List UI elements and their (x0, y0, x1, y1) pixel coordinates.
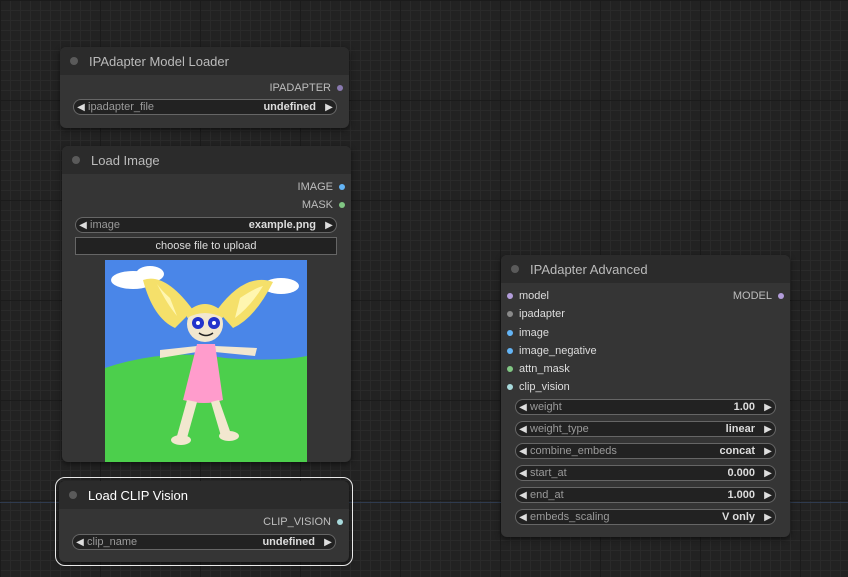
widget-value: linear (725, 423, 755, 435)
output-socket-icon[interactable] (339, 184, 345, 190)
widget-value: undefined (262, 536, 315, 548)
choose-file-upload-button[interactable]: choose file to upload (75, 237, 337, 255)
input-label: ipadapter (519, 308, 565, 320)
input-image-negative[interactable]: image_negative (507, 344, 597, 358)
node-title-bar[interactable]: IPAdapter Advanced (501, 255, 790, 283)
node-ipadapter-advanced[interactable]: IPAdapter Advanced model MODEL ipadapter… (501, 255, 790, 537)
widget-value: undefined (263, 101, 316, 113)
arrow-left-icon[interactable]: ◀ (516, 402, 530, 413)
arrow-left-icon[interactable]: ◀ (516, 424, 530, 435)
arrow-right-icon[interactable]: ▶ (761, 446, 775, 457)
input-label: attn_mask (519, 363, 570, 375)
output-image[interactable]: IMAGE (298, 180, 345, 194)
input-socket-icon[interactable] (507, 311, 513, 317)
widget-label: weight (530, 401, 562, 413)
output-socket-icon[interactable] (337, 519, 343, 525)
arrow-left-icon[interactable]: ◀ (516, 468, 530, 479)
output-model[interactable]: MODEL (733, 289, 784, 303)
input-model[interactable]: model (507, 289, 549, 303)
input-ipadapter[interactable]: ipadapter (507, 307, 565, 321)
weight-number-widget[interactable]: ◀ weight 1.00 ▶ (515, 399, 776, 415)
output-label: IPADAPTER (269, 82, 331, 94)
arrow-left-icon[interactable]: ◀ (73, 537, 87, 548)
widget-label: start_at (530, 467, 567, 479)
node-title: IPAdapter Advanced (530, 261, 648, 277)
clip-name-combo[interactable]: ◀ clip_name undefined ▶ (72, 534, 336, 550)
image-preview (105, 260, 307, 462)
output-socket-icon[interactable] (339, 202, 345, 208)
preview-drawing (105, 260, 307, 462)
widget-value: V only (721, 511, 755, 523)
combine-embeds-combo[interactable]: ◀ combine_embeds concat ▶ (515, 443, 776, 459)
input-socket-icon[interactable] (507, 293, 513, 299)
input-label: image_negative (519, 345, 597, 357)
node-ipadapter-model-loader[interactable]: IPAdapter Model Loader IPADAPTER ◀ ipada… (60, 47, 349, 128)
output-label: MASK (301, 199, 333, 211)
embeds-scaling-combo[interactable]: ◀ embeds_scaling V only ▶ (515, 509, 776, 525)
node-title-bar[interactable]: Load CLIP Vision (59, 481, 349, 509)
widget-label: embeds_scaling (530, 511, 610, 523)
widget-label: weight_type (530, 423, 589, 435)
input-socket-icon[interactable] (507, 384, 513, 390)
output-socket-icon[interactable] (337, 85, 343, 91)
node-title-bar[interactable]: Load Image (62, 146, 351, 174)
arrow-right-icon[interactable]: ▶ (761, 424, 775, 435)
output-label: MODEL (732, 290, 772, 302)
image-combo[interactable]: ◀ image example.png ▶ (75, 217, 337, 233)
weight-type-combo[interactable]: ◀ weight_type linear ▶ (515, 421, 776, 437)
arrow-right-icon[interactable]: ▶ (322, 220, 336, 231)
output-ipadapter[interactable]: IPADAPTER (269, 81, 343, 95)
input-image[interactable]: image (507, 326, 549, 340)
collapse-dot-icon[interactable] (69, 491, 77, 499)
widget-label: combine_embeds (530, 445, 617, 457)
input-socket-icon[interactable] (507, 366, 513, 372)
output-mask[interactable]: MASK (302, 198, 345, 212)
node-title: Load Image (91, 152, 160, 168)
arrow-right-icon[interactable]: ▶ (761, 512, 775, 523)
input-label: model (519, 290, 549, 302)
start-at-number-widget[interactable]: ◀ start_at 0.000 ▶ (515, 465, 776, 481)
arrow-left-icon[interactable]: ◀ (76, 220, 90, 231)
ipadapter-file-combo[interactable]: ◀ ipadapter_file undefined ▶ (73, 99, 337, 115)
collapse-dot-icon[interactable] (70, 57, 78, 65)
widget-label: end_at (530, 489, 564, 501)
output-label: IMAGE (297, 181, 333, 193)
input-socket-icon[interactable] (507, 348, 513, 354)
input-socket-icon[interactable] (507, 330, 513, 336)
widget-label: clip_name (87, 536, 138, 548)
widget-label: image (90, 219, 120, 231)
output-label: CLIP_VISION (263, 516, 331, 528)
widget-label: ipadapter_file (88, 101, 155, 113)
output-clip-vision[interactable]: CLIP_VISION (263, 515, 343, 529)
arrow-right-icon[interactable]: ▶ (761, 402, 775, 413)
collapse-dot-icon[interactable] (72, 156, 80, 164)
node-title: Load CLIP Vision (88, 487, 188, 503)
input-label: image (519, 327, 549, 339)
end-at-number-widget[interactable]: ◀ end_at 1.000 ▶ (515, 487, 776, 503)
arrow-left-icon[interactable]: ◀ (74, 102, 88, 113)
widget-value: example.png (248, 219, 316, 231)
node-load-clip-vision[interactable]: Load CLIP Vision CLIP_VISION ◀ clip_name… (55, 477, 353, 566)
input-label: clip_vision (519, 381, 570, 393)
output-socket-icon[interactable] (778, 293, 784, 299)
widget-value: 1.00 (733, 401, 755, 413)
arrow-left-icon[interactable]: ◀ (516, 446, 530, 457)
arrow-right-icon[interactable]: ▶ (761, 490, 775, 501)
widget-value: 1.000 (727, 489, 755, 501)
node-load-image[interactable]: Load Image IMAGE MASK ◀ image example.pn… (62, 146, 351, 462)
node-title: IPAdapter Model Loader (89, 53, 229, 69)
arrow-left-icon[interactable]: ◀ (516, 512, 530, 523)
input-clip-vision[interactable]: clip_vision (507, 380, 570, 394)
arrow-right-icon[interactable]: ▶ (322, 102, 336, 113)
node-title-bar[interactable]: IPAdapter Model Loader (60, 47, 349, 75)
arrow-left-icon[interactable]: ◀ (516, 490, 530, 501)
collapse-dot-icon[interactable] (511, 265, 519, 273)
arrow-right-icon[interactable]: ▶ (761, 468, 775, 479)
widget-value: concat (719, 445, 755, 457)
widget-value: 0.000 (727, 467, 755, 479)
input-attn-mask[interactable]: attn_mask (507, 362, 570, 376)
arrow-right-icon[interactable]: ▶ (321, 537, 335, 548)
